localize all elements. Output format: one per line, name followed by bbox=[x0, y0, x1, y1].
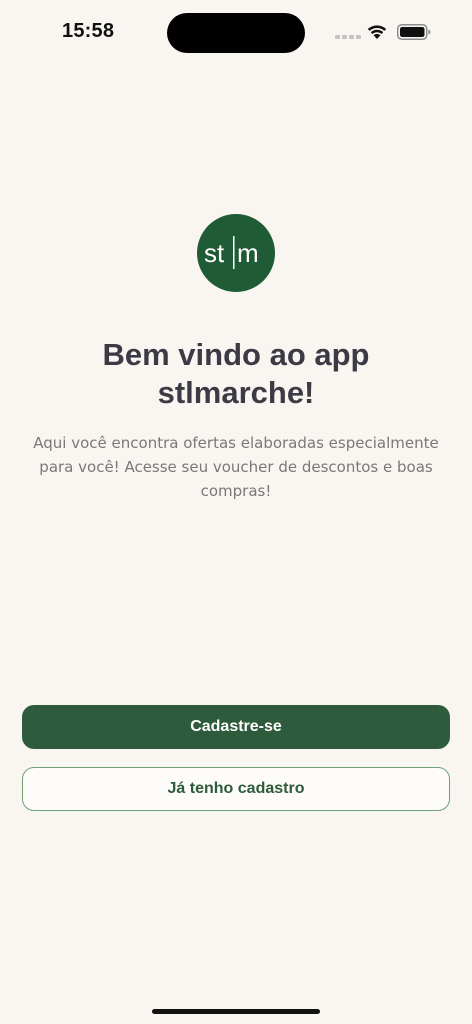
welcome-title-line-1: Bem vindo ao app bbox=[102, 337, 370, 372]
wifi-icon bbox=[367, 25, 387, 39]
battery-icon bbox=[397, 24, 431, 40]
status-bar: 15:58 bbox=[0, 0, 472, 64]
dynamic-island bbox=[167, 13, 305, 53]
welcome-description-line-3: compras! bbox=[200, 482, 272, 500]
welcome-title-line-2: stlmarche! bbox=[157, 375, 315, 410]
welcome-screen: 15:58 st m Bem vindo ao app stlmarche! A… bbox=[0, 0, 472, 1024]
welcome-description-line-1: Aqui você encontra ofertas elaboradas es… bbox=[33, 434, 439, 452]
login-button[interactable]: Já tenho cadastro bbox=[22, 767, 450, 811]
welcome-title: Bem vindo ao app stlmarche! bbox=[30, 336, 442, 412]
stlmarche-logo: st m bbox=[197, 214, 275, 292]
svg-text:st: st bbox=[204, 238, 225, 268]
register-button-label: Cadastre-se bbox=[190, 718, 282, 735]
status-time: 15:58 bbox=[62, 20, 115, 42]
cellular-signal-icon bbox=[335, 35, 361, 39]
home-indicator[interactable] bbox=[152, 1009, 320, 1014]
login-button-label: Já tenho cadastro bbox=[167, 780, 305, 797]
welcome-description: Aqui você encontra ofertas elaboradas es… bbox=[30, 431, 442, 503]
register-button[interactable]: Cadastre-se bbox=[22, 705, 450, 749]
welcome-description-line-2: para você! Acesse seu voucher de descont… bbox=[39, 458, 433, 476]
svg-text:m: m bbox=[237, 238, 259, 268]
